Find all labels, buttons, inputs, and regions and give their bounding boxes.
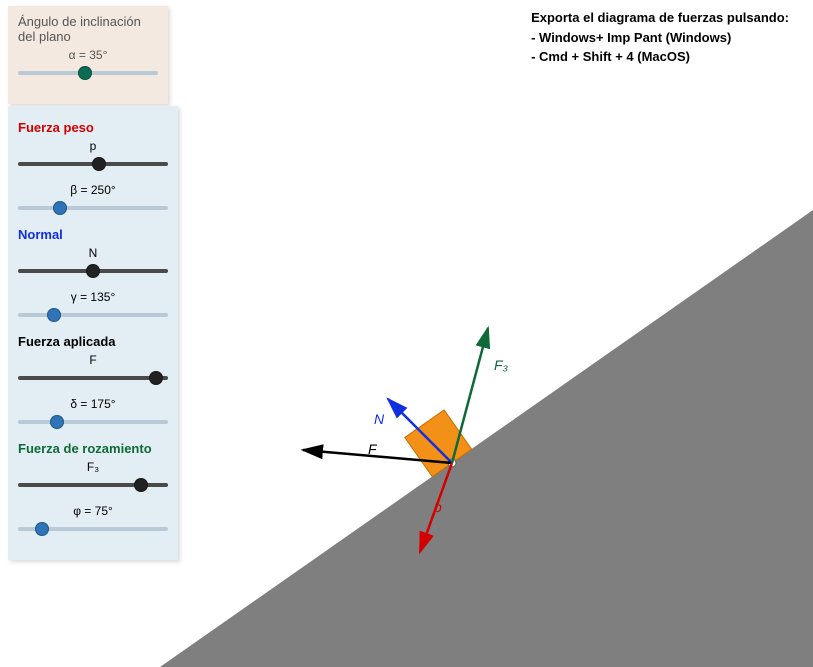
normal-ang-slider[interactable] [18,306,168,324]
aplicada-mag-label: F [18,353,168,367]
aplicada-ang-slider[interactable] [18,413,168,431]
peso-mag-slider[interactable] [18,155,168,173]
export-instructions: Exporta el diagrama de fuerzas pulsando:… [531,8,789,67]
roz-ang-slider[interactable] [18,520,168,538]
normal-mag-slider[interactable] [18,262,168,280]
angle-title-line1: Ángulo de inclinación [18,14,158,29]
angle-slider[interactable] [18,64,158,82]
label-applied: F [368,441,378,457]
angle-panel: Ángulo de inclinación del plano α = 35° [8,6,168,104]
normal-ang-label: γ = 135° [18,290,168,304]
peso-ang-label: β = 250° [18,183,168,197]
peso-mag-label: p [18,139,168,153]
forces-panel: Fuerza peso p β = 250° Normal N γ = [8,106,178,560]
inclined-plane [160,210,813,667]
label-normal: N [374,411,385,427]
roz-ang-label: φ = 75° [18,504,168,518]
angle-title-line2: del plano [18,29,158,44]
normal-mag-label: N [18,246,168,260]
export-line3: - Cmd + Shift + 4 (MacOS) [531,47,789,67]
aplicada-mag-slider[interactable] [18,369,168,387]
heading-peso: Fuerza peso [18,120,168,135]
roz-mag-label: F₃ [18,460,168,474]
peso-ang-slider[interactable] [18,199,168,217]
heading-normal: Normal [18,227,168,242]
heading-roz: Fuerza de rozamiento [18,441,168,456]
heading-aplicada: Fuerza aplicada [18,334,168,349]
app-canvas: N F F₃ p Ángulo de inclinación del plano… [0,0,813,667]
export-line1: Exporta el diagrama de fuerzas pulsando: [531,8,789,28]
aplicada-ang-label: δ = 175° [18,397,168,411]
angle-value-label: α = 35° [18,48,158,62]
export-line2: - Windows+ Imp Pant (Windows) [531,28,789,48]
label-weight: p [433,499,442,515]
label-friction: F₃ [494,357,509,373]
roz-mag-slider[interactable] [18,476,168,494]
